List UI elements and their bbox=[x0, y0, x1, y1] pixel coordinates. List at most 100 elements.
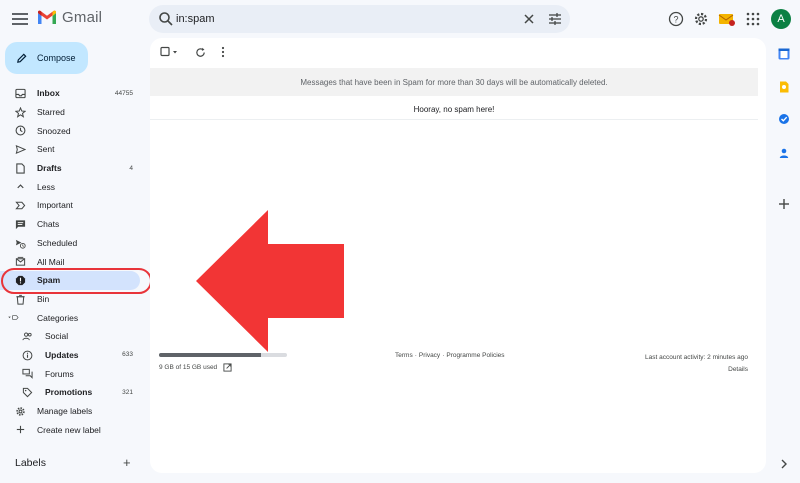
sidebar-item-label: Less bbox=[37, 181, 55, 192]
gmail-logo[interactable]: Gmail bbox=[37, 9, 102, 26]
top-bar: Gmail ? A bbox=[0, 0, 800, 38]
labels-header: Labels bbox=[15, 457, 46, 469]
sidebar-item-label: Scheduled bbox=[37, 237, 78, 248]
svg-text:?: ? bbox=[673, 15, 678, 25]
sidebar-item-label: Forums bbox=[45, 368, 74, 379]
sidebar-item-less[interactable]: Less bbox=[0, 177, 150, 196]
clear-search-icon[interactable] bbox=[521, 11, 537, 27]
sidebar-item-bin[interactable]: Bin bbox=[0, 290, 150, 309]
storage-usage-fill bbox=[159, 353, 262, 357]
mail-notification-icon[interactable] bbox=[717, 9, 737, 29]
footer-separator: · bbox=[442, 352, 445, 359]
sidebar-item-label: Create new label bbox=[37, 424, 101, 435]
label-icon bbox=[8, 312, 19, 323]
more-options-icon[interactable] bbox=[220, 45, 226, 59]
sidebar-item-snoozed[interactable]: Snoozed bbox=[0, 121, 150, 140]
important-icon bbox=[15, 200, 26, 211]
gmail-m-icon bbox=[38, 10, 56, 24]
sidebar-item-count: 44755 bbox=[114, 89, 133, 97]
get-addons-icon[interactable] bbox=[776, 196, 792, 212]
list-toolbar bbox=[150, 38, 766, 68]
add-label-button[interactable]: + bbox=[123, 455, 131, 470]
sidebar-item-scheduled[interactable]: Scheduled bbox=[0, 234, 150, 253]
keep-icon[interactable] bbox=[776, 79, 792, 95]
footer-links: Terms · Privacy · Programme Policies bbox=[395, 352, 505, 359]
pencil-icon bbox=[17, 53, 27, 63]
search-icon[interactable] bbox=[158, 11, 174, 27]
contacts-icon[interactable] bbox=[776, 145, 792, 161]
sidebar-nav: Inbox 44755 Starred Snoozed Sent Drafts 4 Less I… bbox=[0, 84, 150, 439]
refresh-icon[interactable] bbox=[195, 45, 206, 59]
select-checkbox[interactable] bbox=[160, 45, 180, 59]
account-avatar[interactable]: A bbox=[771, 9, 791, 29]
search-options-icon[interactable] bbox=[547, 11, 563, 27]
trash-icon bbox=[15, 294, 26, 305]
sidebar-item-label: Starred bbox=[37, 107, 65, 118]
sidebar-item-updates[interactable]: Updates 633 bbox=[0, 346, 150, 365]
sidebar-item-label: Chats bbox=[37, 219, 60, 230]
compose-button[interactable]: Compose bbox=[5, 42, 88, 74]
sidebar-item-manage-labels[interactable]: Manage labels bbox=[0, 402, 150, 421]
forum-icon bbox=[22, 368, 33, 380]
help-icon[interactable]: ? bbox=[666, 9, 686, 29]
inbox-icon bbox=[15, 88, 26, 99]
sidebar-item-label: Bin bbox=[37, 293, 50, 304]
sidebar-item-social[interactable]: Social bbox=[0, 327, 150, 346]
account-activity: Last account activity: 2 minutes ago Det… bbox=[645, 352, 748, 376]
details-link[interactable]: Details bbox=[645, 364, 748, 376]
search-bar[interactable] bbox=[149, 5, 570, 33]
sidebar-item-count: 633 bbox=[122, 351, 133, 359]
privacy-link[interactable]: Privacy bbox=[419, 352, 440, 359]
sidebar-item-count: 321 bbox=[122, 388, 133, 396]
scheduled-icon bbox=[15, 238, 26, 249]
star-icon bbox=[15, 106, 26, 118]
sidebar-item-inbox[interactable]: Inbox 44755 bbox=[0, 84, 150, 103]
tasks-icon[interactable] bbox=[776, 111, 792, 127]
sidebar-item-forums[interactable]: Forums bbox=[0, 364, 150, 383]
sidebar-item-sent[interactable]: Sent bbox=[0, 140, 150, 159]
sidebar-item-create-new-label[interactable]: Create new label bbox=[0, 420, 150, 439]
sidebar-item-label: Updates bbox=[45, 349, 79, 360]
message-list-panel: Messages that have been in Spam for more… bbox=[150, 38, 766, 473]
chevron-up-icon bbox=[15, 181, 26, 192]
sidebar-item-label: Inbox bbox=[37, 88, 60, 99]
app-name: Gmail bbox=[62, 9, 103, 26]
programme-policies-link[interactable]: Programme Policies bbox=[446, 352, 504, 359]
sidebar-item-spam[interactable]: Spam bbox=[0, 270, 140, 290]
sidebar-item-all-mail[interactable]: All Mail bbox=[0, 252, 150, 271]
sidebar-item-starred[interactable]: Starred bbox=[0, 103, 150, 122]
all-mail-icon bbox=[15, 256, 26, 267]
last-activity-text: Last account activity: 2 minutes ago bbox=[645, 354, 748, 361]
sidebar-item-label: Important bbox=[37, 200, 73, 211]
apps-grid-icon[interactable] bbox=[743, 9, 763, 29]
sidebar-item-label: Categories bbox=[37, 312, 79, 323]
sidebar-item-label: Manage labels bbox=[37, 406, 93, 417]
social-icon bbox=[22, 331, 33, 342]
storage-usage-text: 9 GB of 15 GB used bbox=[159, 364, 218, 371]
sidebar-item-important[interactable]: Important bbox=[0, 196, 150, 215]
open-external-icon[interactable] bbox=[223, 363, 232, 372]
expand-panel-icon[interactable] bbox=[776, 456, 792, 472]
sidebar-item-count: 4 bbox=[129, 164, 133, 172]
info-icon bbox=[22, 350, 33, 361]
sidebar-item-categories[interactable]: Categories bbox=[0, 308, 150, 327]
sidebar-item-label: Social bbox=[45, 331, 69, 342]
send-icon bbox=[15, 144, 26, 155]
sidebar-item-label: Sent bbox=[37, 144, 55, 155]
sidebar-item-label: All Mail bbox=[37, 256, 65, 267]
search-input[interactable] bbox=[176, 10, 496, 28]
spam-retention-notice: Messages that have been in Spam for more… bbox=[150, 68, 758, 96]
sidebar-item-chats[interactable]: Chats bbox=[0, 215, 150, 234]
compose-label: Compose bbox=[37, 53, 76, 63]
chat-icon bbox=[15, 219, 26, 230]
terms-link[interactable]: Terms bbox=[395, 352, 413, 359]
sidebar-item-drafts[interactable]: Drafts 4 bbox=[0, 159, 150, 178]
settings-icon bbox=[15, 406, 26, 417]
sidebar-item-label: Promotions bbox=[45, 387, 93, 398]
main-menu-icon[interactable] bbox=[12, 10, 28, 28]
calendar-icon[interactable] bbox=[776, 46, 792, 62]
sidebar-item-label: Snoozed bbox=[37, 125, 71, 136]
settings-gear-icon[interactable] bbox=[691, 9, 711, 29]
footer-separator: · bbox=[414, 352, 417, 359]
sidebar-item-promotions[interactable]: Promotions 321 bbox=[0, 383, 150, 402]
